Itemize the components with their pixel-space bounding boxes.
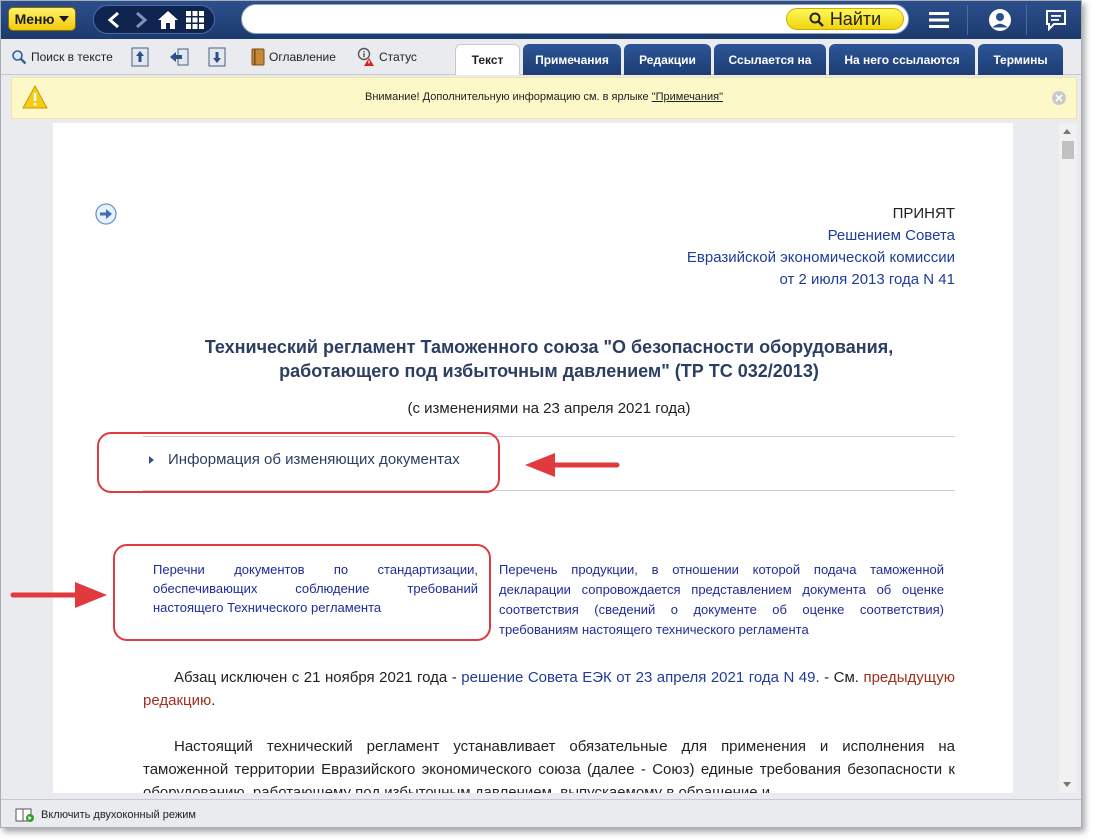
search-icon bbox=[809, 12, 824, 27]
warning-text: Внимание! Дополнительную информацию см. … bbox=[364, 91, 649, 103]
next-position-button[interactable] bbox=[208, 47, 226, 67]
paragraph-excluded-text: Абзац исключен с 21 ноября 2021 года - bbox=[174, 669, 462, 686]
tab-referenced-by[interactable]: На него ссылаются bbox=[829, 44, 975, 75]
warning-notes-link[interactable]: "Примечания" bbox=[652, 91, 723, 103]
warning-bar: Внимание! Дополнительную информацию см. … bbox=[11, 77, 1077, 119]
annotation-box bbox=[97, 432, 500, 493]
tab-notes[interactable]: Примечания bbox=[523, 44, 621, 75]
back-icon[interactable] bbox=[102, 8, 126, 32]
contents-label: Оглавление bbox=[269, 50, 336, 64]
user-icon[interactable] bbox=[987, 7, 1013, 33]
chat-icon[interactable] bbox=[1043, 7, 1069, 33]
products-list-link[interactable]: Перечень продукции, в отношении которой … bbox=[499, 560, 944, 640]
tab-editions[interactable]: Редакции bbox=[624, 44, 711, 75]
accepted-label: ПРИНЯТ bbox=[892, 205, 955, 222]
tab-text[interactable]: Текст bbox=[455, 44, 520, 75]
find-button[interactable]: Найти bbox=[786, 8, 904, 30]
search-input[interactable] bbox=[256, 9, 776, 31]
status-warning-icon bbox=[357, 47, 374, 66]
status-label: Статус bbox=[379, 50, 417, 64]
top-bar: Меню Найти bbox=[1, 1, 1081, 39]
search-box: Найти bbox=[241, 4, 909, 34]
scroll-thumb[interactable] bbox=[1062, 141, 1074, 159]
top-separator bbox=[967, 5, 968, 35]
home-icon[interactable] bbox=[156, 8, 180, 32]
close-icon[interactable] bbox=[1052, 91, 1066, 105]
forward-icon[interactable] bbox=[129, 8, 153, 32]
tab-terms[interactable]: Термины bbox=[978, 44, 1063, 75]
paragraph-scope: Настоящий технический регламент устанавл… bbox=[143, 738, 955, 793]
document-subtitle: (с изменениями на 23 апреля 2021 года) bbox=[407, 400, 691, 417]
upload-doc-icon bbox=[131, 47, 149, 67]
search-in-text-label: Поиск в тексте bbox=[31, 50, 113, 64]
annotation-arrow bbox=[10, 582, 107, 608]
document-title-line-2: работающего под избыточным давлением" (Т… bbox=[279, 361, 819, 381]
dual-window-label: Включить двухоконный режим bbox=[41, 809, 196, 821]
book-icon bbox=[251, 48, 265, 66]
paragraph-excluded: Абзац исключен с 21 ноября 2021 года - р… bbox=[143, 666, 955, 712]
tab-references-to[interactable]: Ссылается на bbox=[714, 44, 826, 75]
decision-link[interactable]: решение Совета ЕЭК от 23 апреля 2021 год… bbox=[461, 669, 815, 686]
menu-button[interactable]: Меню bbox=[8, 7, 76, 31]
goto-arrow-icon[interactable] bbox=[95, 203, 117, 230]
grid-icon[interactable] bbox=[183, 8, 207, 32]
accepted-by-link-1[interactable]: Решением Совета bbox=[687, 225, 955, 247]
paragraph-excluded-end: . bbox=[211, 692, 216, 709]
back-to-position-button[interactable] bbox=[169, 47, 189, 67]
annotation-arrow bbox=[525, 453, 620, 477]
scroll-down-icon[interactable] bbox=[1063, 782, 1071, 787]
annotation-box bbox=[113, 544, 491, 641]
accepted-by-link-2[interactable]: Евразийской экономической комиссии bbox=[687, 247, 955, 269]
magnifier-icon bbox=[12, 50, 27, 65]
document-toolbar: Поиск в тексте Оглавление Статус Текст П… bbox=[1, 39, 1081, 75]
menu-label: Меню bbox=[14, 11, 55, 27]
find-label: Найти bbox=[829, 8, 882, 29]
dual-window-toggle[interactable]: Включить двухоконный режим bbox=[15, 808, 196, 822]
contents-button[interactable]: Оглавление bbox=[251, 47, 336, 67]
prev-position-button[interactable] bbox=[131, 47, 149, 67]
hamburger-icon[interactable] bbox=[926, 7, 952, 33]
app-window: Меню Найти Поиск в тексте Оглавление Ста… bbox=[0, 0, 1082, 828]
document-title: Технический регламент Таможенного союза … bbox=[143, 335, 955, 383]
acceptance-block: ПРИНЯТ Решением Совета Евразийской эконо… bbox=[687, 203, 955, 291]
document-tabs: Текст Примечания Редакции Ссылается на Н… bbox=[455, 44, 1063, 75]
top-separator bbox=[1026, 5, 1027, 35]
dual-window-icon bbox=[15, 808, 34, 822]
vertical-scrollbar[interactable] bbox=[1059, 123, 1077, 793]
scroll-up-icon[interactable] bbox=[1063, 129, 1071, 134]
paragraph-excluded-see: . - См. bbox=[815, 669, 864, 686]
accepted-date-link[interactable]: от 2 июля 2013 года N 41 bbox=[687, 269, 955, 291]
back-doc-icon bbox=[170, 48, 189, 66]
warning-message: Внимание! Дополнительную информацию см. … bbox=[12, 91, 1076, 103]
status-bar: Включить двухоконный режим bbox=[1, 799, 1081, 827]
nav-group bbox=[93, 5, 215, 34]
download-doc-icon bbox=[208, 47, 226, 67]
status-button[interactable]: Статус bbox=[357, 47, 417, 67]
menu-dropdown-icon bbox=[59, 16, 70, 22]
document-title-line-1: Технический регламент Таможенного союза … bbox=[204, 337, 894, 357]
search-in-text-button[interactable]: Поиск в тексте bbox=[11, 47, 113, 67]
